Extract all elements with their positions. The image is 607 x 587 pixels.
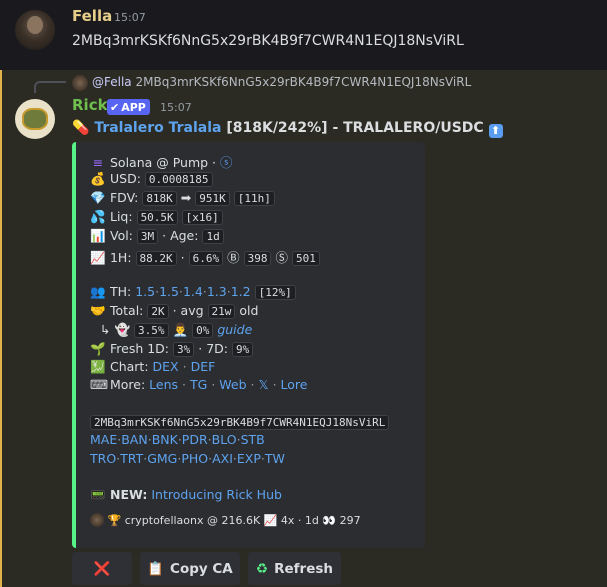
dollar-circle-icon: ⓢ <box>220 155 233 170</box>
link-trt[interactable]: TRT <box>120 451 143 466</box>
author-name[interactable]: Rick <box>72 96 108 114</box>
token-link[interactable]: Tralalero Tralala <box>94 120 221 136</box>
reply-mention[interactable]: @Fella <box>92 75 132 89</box>
chart-row: 💹 Chart: DEX · DEF <box>90 359 216 374</box>
chart-up-icon: 📈 <box>90 250 106 265</box>
fdv-row: 💎 FDV: 818K ➡ 951K [11h] <box>90 190 275 206</box>
reply-text: 2MBq3mrKSKf6NnG5x29rBK4B9f7CWR4N1EQJ18Ns… <box>135 75 472 89</box>
web-link[interactable]: Web <box>219 377 246 392</box>
users-icon: 👥 <box>90 284 106 299</box>
app-badge: ✔ APP <box>107 99 150 115</box>
link-gmg[interactable]: GMG <box>147 451 177 466</box>
new-row: 📟 NEW: Introducing Rick Hub <box>90 487 282 502</box>
link-mae[interactable]: MAE <box>90 432 117 447</box>
close-icon: ❌ <box>93 560 111 577</box>
message-rick: @Fella 2MBq3mrKSKf6NnG5x29rBK4B9f7CWR4N1… <box>0 70 607 587</box>
top-holders-row: 👥 TH: 1.5·1.5·1.4·1.3·1.2 [12%] <box>90 284 296 300</box>
sub-arrow-icon: ↳ <box>100 322 111 337</box>
link-axi[interactable]: AXI <box>212 451 233 466</box>
chart-icon: 💹 <box>90 359 106 374</box>
link-exp[interactable]: EXP <box>237 451 261 466</box>
holder-link[interactable]: 1.2 <box>231 284 251 299</box>
arrow-right-icon: ➡ <box>180 190 192 205</box>
def-link[interactable]: DEF <box>191 359 216 374</box>
link-tro[interactable]: TRO <box>90 451 116 466</box>
link-bnk[interactable]: BNK <box>152 432 178 447</box>
person-icon: 👨‍💼 <box>172 322 189 337</box>
lens-link[interactable]: Lens <box>149 377 178 392</box>
link-ban[interactable]: BAN <box>121 432 147 447</box>
x-link[interactable]: 𝕏 <box>259 377 269 392</box>
holder-link[interactable]: 1.5 <box>135 284 155 299</box>
money-bag-icon: 💰 <box>90 171 106 186</box>
embed-footer: 🏆 cryptofellaonx @ 216.6K 📈 4x · 1d 👀 29… <box>90 513 361 527</box>
seedling-icon: 🌱 <box>90 341 106 356</box>
guide-link[interactable]: guide <box>217 322 252 337</box>
avatar[interactable] <box>15 10 55 50</box>
reply-connector <box>34 81 66 93</box>
tg-link[interactable]: TG <box>190 377 207 392</box>
liq-row: 💦 Liq: 50.5K [x16] <box>90 209 223 225</box>
trophy-icon: 🏆 <box>107 514 122 527</box>
lore-link[interactable]: Lore <box>281 377 308 392</box>
holder-link[interactable]: 1.4 <box>183 284 203 299</box>
usd-row: 💰 USD: 0.0008185 <box>90 171 213 187</box>
droplets-icon: 💦 <box>90 209 106 224</box>
hour-row: 📈 1H: 88.2K · 6.6% Ⓑ 398 Ⓢ 501 <box>90 247 320 266</box>
bar-chart-icon: 📊 <box>90 228 106 243</box>
message-text: 2MBq3mrKSKf6NnG5x29rBK4B9f7CWR4N1EQJ18Ns… <box>72 33 464 49</box>
timestamp: 15:07 <box>114 11 146 24</box>
diamond-icon: 💎 <box>90 190 106 205</box>
token-embed: ≡ Solana @ Pump · ⓢ 💰 USD: 0.0008185 💎 F… <box>72 142 425 548</box>
total-row: 🤝 Total: 2K · avg 21w old <box>90 303 259 319</box>
buy-icon: Ⓑ <box>227 250 240 265</box>
refresh-button[interactable]: ♻ Refresh <box>248 552 341 585</box>
eyes-icon: 👀 <box>322 514 337 527</box>
rick-hub-link[interactable]: Introducing Rick Hub <box>151 487 282 502</box>
title-rest: [818K/242%] - TRALALERO/USDC <box>226 120 484 136</box>
clipboard-icon: 📋 <box>147 560 165 577</box>
copy-ca-button[interactable]: 📋 Copy CA <box>140 552 240 585</box>
holder-link[interactable]: 1.5 <box>159 284 179 299</box>
sub-row: ↳ 👻 3.5% 👨‍💼 0% guide <box>100 322 253 338</box>
ca-row: 2MBq3mrKSKf6NnG5x29rBK4B9f7CWR4N1EQJ18Ns… <box>90 414 390 430</box>
link-tw[interactable]: TW <box>265 451 285 466</box>
link-blo[interactable]: BLO <box>212 432 237 447</box>
message-title: 💊 Tralalero Tralala [818K/242%] - TRALAL… <box>72 120 503 138</box>
ghost-icon: 👻 <box>114 322 131 337</box>
link-stb[interactable]: STB <box>241 432 265 447</box>
more-row: ⌨ More: Lens · TG · Web · 𝕏 · Lore <box>90 377 308 392</box>
sell-icon: Ⓢ <box>275 250 288 265</box>
solana-icon: ≡ <box>92 155 104 170</box>
links-row-2: TRO·TRT·GMG·PHO·AXI·EXP·TW <box>90 451 285 466</box>
timestamp: 15:07 <box>160 101 192 114</box>
arrow-up-icon: ⬆ <box>488 124 503 138</box>
message-fella: Fella 15:07 2MBq3mrKSKf6NnG5x29rBK4B9f7C… <box>0 0 607 70</box>
recycle-icon: ♻ <box>256 560 269 577</box>
handshake-icon: 🤝 <box>90 303 106 318</box>
card-icon: 📟 <box>90 487 106 502</box>
pill-icon: 💊 <box>72 120 90 136</box>
reply-avatar <box>72 75 88 91</box>
reply-preview[interactable]: @Fella 2MBq3mrKSKf6NnG5x29rBK4B9f7CWR4N1… <box>92 75 471 89</box>
contract-address[interactable]: 2MBq3mrKSKf6NnG5x29rBK4B9f7CWR4N1EQJ18Ns… <box>90 415 390 430</box>
vol-row: 📊 Vol: 3M · Age: 1d <box>90 228 224 244</box>
link-pdr[interactable]: PDR <box>182 432 208 447</box>
keyboard-icon: ⌨ <box>90 377 109 392</box>
footer-avatar <box>90 513 104 527</box>
chain-row: ≡ Solana @ Pump · ⓢ <box>90 152 233 171</box>
fresh-row: 🌱 Fresh 1D: 3% · 7D: 9% <box>90 341 254 357</box>
avatar[interactable] <box>15 99 55 139</box>
check-icon: ✔ <box>110 100 120 114</box>
links-row-1: MAE·BAN·BNK·PDR·BLO·STB <box>90 432 265 447</box>
close-button[interactable]: ❌ <box>72 552 132 585</box>
link-pho[interactable]: PHO <box>181 451 208 466</box>
holder-link[interactable]: 1.3 <box>207 284 227 299</box>
chart-up-icon: 📈 <box>263 514 278 527</box>
dex-link[interactable]: DEX <box>153 359 179 374</box>
author-name[interactable]: Fella <box>72 7 112 25</box>
